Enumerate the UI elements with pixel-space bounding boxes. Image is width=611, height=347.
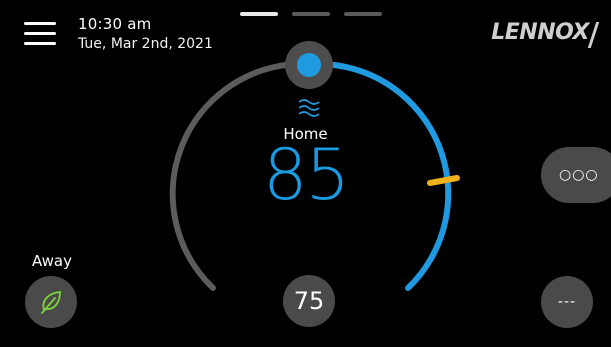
current-temperature: 85 [262, 134, 350, 216]
setpoint-handle[interactable] [285, 41, 333, 89]
more-options-label: ○○○ [559, 167, 599, 183]
away-button[interactable] [25, 276, 77, 328]
leaf-icon [41, 291, 61, 314]
aux-button[interactable]: --- [541, 276, 593, 328]
fan-waves-icon [298, 99, 320, 117]
setpoint-value: 75 [293, 287, 325, 315]
setpoint-button[interactable]: 75 [283, 275, 335, 327]
aux-button-label: --- [557, 294, 577, 310]
more-options-button[interactable]: ○○○ [541, 147, 611, 203]
away-label: Away [32, 252, 72, 270]
